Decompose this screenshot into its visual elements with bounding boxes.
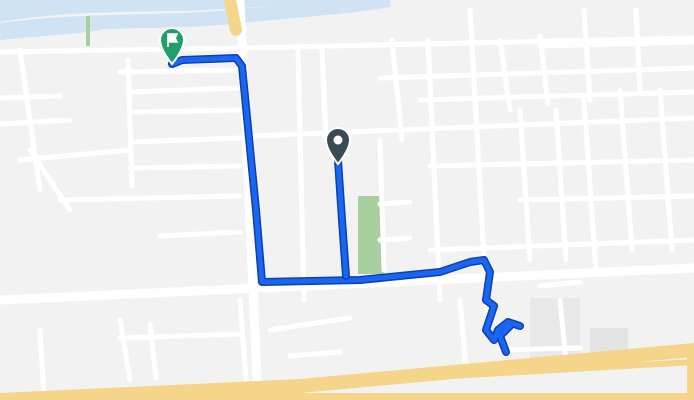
route-path — [168, 54, 524, 356]
major-road — [0, 342, 694, 400]
origin-marker[interactable] — [324, 127, 352, 166]
map-pin-icon — [324, 127, 352, 166]
major-road — [224, 0, 242, 36]
map-view[interactable] — [0, 0, 694, 400]
map-canvas[interactable] — [0, 0, 694, 400]
pin-dot — [333, 135, 343, 145]
